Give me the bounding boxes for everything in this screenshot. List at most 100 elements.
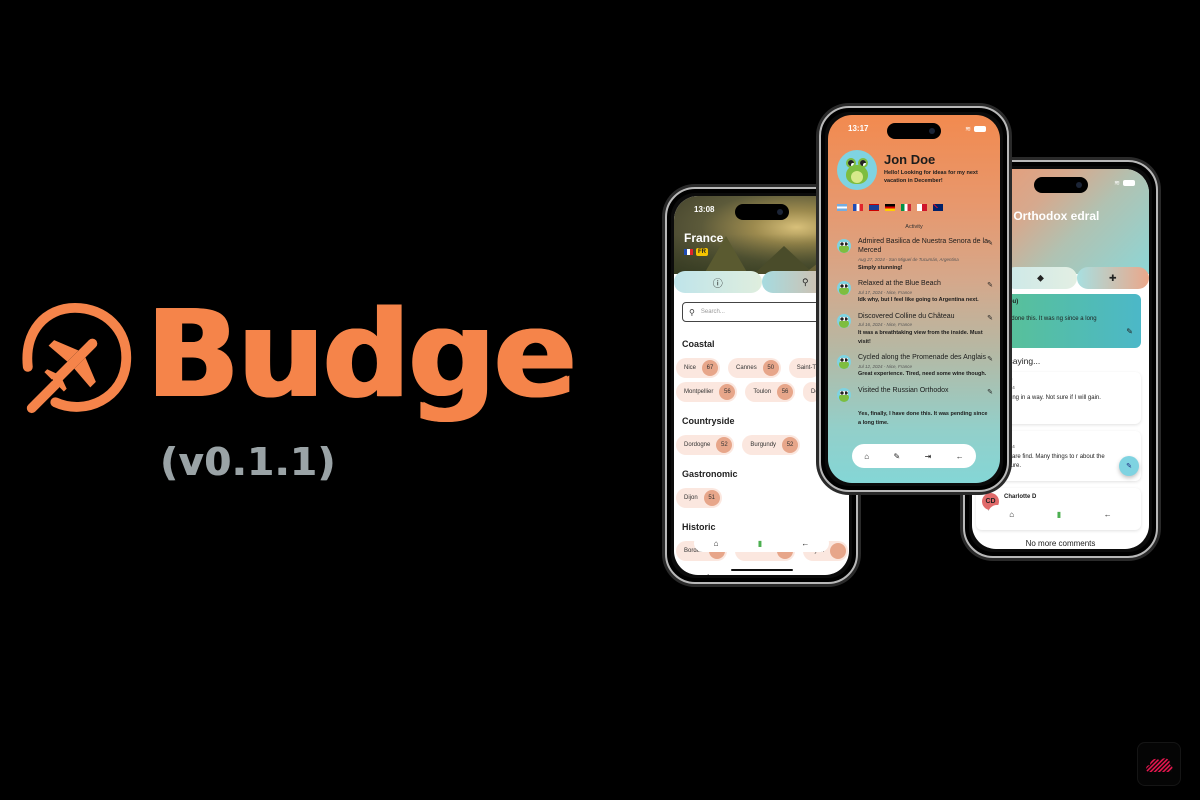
app-title: Budge (145, 286, 577, 425)
activity-title: Cycled along the Promenade des Anglais (858, 354, 987, 362)
activity-title: Admired Basilica de Nuestra Senora de la… (858, 238, 988, 255)
city-name: Nice (684, 365, 697, 371)
activity-meta: Aug 27, 2024 - San Miguel de Tucumán, Ar… (858, 256, 959, 262)
chip-row: Nice 67 Cannes 50 Saint-Tr (676, 358, 820, 378)
city-chip[interactable]: Burgundy 52 (742, 435, 801, 455)
city-chip[interactable]: Dordogne 52 (676, 435, 735, 455)
edit-comment-fab[interactable]: ✎ (1119, 456, 1139, 476)
visited-flags (837, 204, 943, 211)
battery-icon (974, 126, 986, 132)
app-version: (v0.1.1) (160, 440, 336, 484)
cloud-icon (1146, 758, 1173, 772)
phone-profile-screen: 13:17 ≋ Jon Doe Hello! Looking for ideas… (819, 106, 1009, 492)
tab-comments[interactable]: ✚ (1076, 267, 1149, 289)
wifi-icon: ≋ (1114, 180, 1120, 187)
edit-icon[interactable]: ✎ (987, 281, 993, 289)
comment-text: this is a rare find. Many things to r ab… (988, 454, 1105, 469)
tab-info[interactable]: ⓘ (674, 271, 762, 293)
logout-icon[interactable]: ⇥ (925, 452, 932, 461)
activity-item: Relaxed at the Blue Beach Jul 17, 2024 -… (837, 279, 993, 305)
france-flag-icon (684, 249, 693, 255)
category-title: Historic (682, 522, 716, 532)
activity-note: Idk why, but I feel like going to Argent… (858, 297, 979, 304)
status-icons: ≋ (965, 125, 986, 133)
frog-avatar-icon (837, 281, 851, 296)
city-name: Cannes (736, 365, 757, 371)
chip-row: Dordogne 52 Burgundy 52 (676, 435, 801, 455)
edit-icon[interactable]: ✎ (987, 314, 993, 322)
city-count: 56 (777, 384, 794, 400)
comment-date: Aug 16, 2024 (988, 385, 1015, 390)
edit-icon[interactable]: ✎ (894, 452, 901, 461)
city-name: Burgundy (750, 442, 777, 448)
city-name: Dordogne (684, 442, 711, 448)
city-name: De (811, 389, 819, 395)
add-comment-icon: ✚ (1109, 272, 1117, 283)
dynamic-island (734, 204, 789, 220)
edit-icon[interactable]: ✎ (987, 388, 993, 396)
profile-screen: 13:17 ≋ Jon Doe Hello! Looking for ideas… (828, 115, 1000, 483)
back-arrow-icon[interactable]: ← (801, 539, 809, 548)
budget-icon[interactable]: ▮ (758, 539, 762, 548)
city-chip[interactable]: Montpellier 56 (676, 382, 738, 402)
status-time: 13:08 (694, 205, 715, 214)
back-arrow-icon[interactable]: ← (1104, 510, 1112, 519)
city-chip[interactable]: Nice 67 (676, 358, 721, 378)
activity-meta: Jul 12, 2024 - Nice, France (858, 363, 913, 369)
city-count: 51 (703, 490, 720, 506)
battery-icon (1123, 180, 1135, 186)
pencil-icon: ✎ (1126, 463, 1132, 470)
bottom-nav: ⌂ ▮ ← (694, 534, 829, 552)
city-name: Montpellier (684, 389, 714, 395)
category-title: Luxurious (682, 573, 726, 575)
argentina-flag-icon (837, 204, 847, 211)
profile-bio: Hello! Looking for ideas for my next vac… (884, 170, 978, 184)
profile-avatar[interactable] (837, 150, 877, 190)
search-icon: ⚲ (801, 276, 809, 287)
home-icon[interactable]: ⌂ (714, 539, 719, 548)
home-icon[interactable]: ⌂ (864, 452, 869, 461)
category-title: Countryside (682, 416, 735, 426)
home-icon[interactable]: ⌂ (1009, 510, 1014, 519)
category-title: Coastal (682, 339, 715, 349)
bottom-nav: ⌂ ✎ ⇥ ← (852, 444, 976, 468)
chip-row: Montpellier 56 Toulon 56 De (676, 382, 821, 402)
activity-note: Great experience. Tired, need some wine … (858, 371, 987, 378)
comment-date: Aug 16, 2024 (988, 444, 1015, 449)
activity-item: Admired Basilica de Nuestra Senora de la… (837, 237, 993, 272)
city-name: Saint-Tr (796, 365, 818, 371)
activity-note: Yes, finally, I have done this. It was p… (858, 411, 988, 426)
back-arrow-icon[interactable]: ← (956, 452, 964, 461)
edit-icon[interactable]: ✎ (1126, 327, 1133, 336)
status-time: 13:17 (848, 124, 869, 133)
city-chip[interactable]: Cannes 50 (728, 358, 781, 378)
activity-note: It was a breathtaking view from the insi… (858, 330, 983, 345)
activity-item: Visited the Russian Orthodox Yes, finall… (837, 386, 993, 427)
city-chip[interactable]: Saint-Tr (788, 358, 820, 378)
city-count: 52 (716, 437, 733, 453)
home-indicator (730, 569, 793, 571)
italy-flag-icon (901, 204, 911, 211)
no-more-comments: No more comments (1025, 539, 1096, 548)
city-chip[interactable]: Dijon 51 (676, 488, 722, 508)
activity-meta (858, 396, 991, 410)
frog-avatar-icon (837, 313, 851, 328)
search-placeholder: Search... (700, 309, 725, 315)
activity-item: Cycled along the Promenade des Anglais J… (837, 353, 993, 379)
category-title: Gastronomic (682, 469, 738, 479)
france-flag-icon (853, 204, 863, 211)
budget-icon[interactable]: ▮ (1057, 510, 1061, 519)
city-chip[interactable]: Toulon 56 (745, 382, 796, 402)
edit-icon[interactable]: ✎ (987, 355, 993, 363)
chip-row: Dijon 51 (676, 488, 722, 508)
comment-author: Charlotte D (1004, 494, 1037, 500)
profile-name: Jon Doe (884, 152, 936, 167)
bottom-nav: ⌂ ▮ ← (988, 505, 1133, 523)
edit-icon[interactable]: ✎ (987, 239, 993, 247)
city-count: 56 (719, 384, 736, 400)
dynamic-island (887, 123, 941, 139)
comment-text: f interesting in a way. Not sure if I wi… (988, 395, 1101, 401)
tab-tags[interactable]: ⬥ (1004, 267, 1077, 289)
activity-meta: Jul 17, 2024 - Nice, France (858, 289, 913, 295)
germany-flag-icon (885, 204, 895, 211)
